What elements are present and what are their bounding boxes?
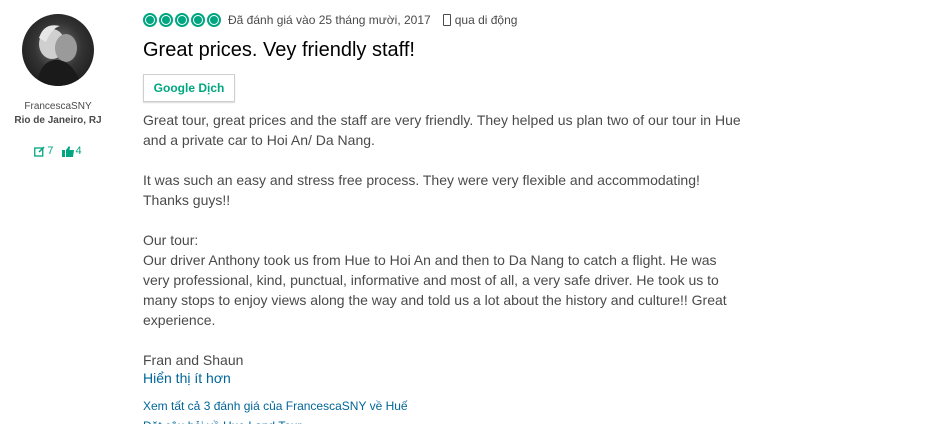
mobile-phone-icon [442, 14, 451, 26]
review-date: Đã đánh giá vào 25 tháng mười, 2017 [228, 13, 431, 27]
edit-review-icon [34, 145, 45, 157]
rating-bubble [143, 13, 157, 27]
rating-bubble [159, 13, 173, 27]
review-signature: Fran and Shaun [143, 352, 244, 368]
rating-bubble [207, 13, 221, 27]
review-title[interactable]: Great prices. Vey friendly staff! [143, 39, 415, 62]
rating-bubbles [143, 13, 221, 27]
reviews-count: 7 [47, 145, 54, 157]
review-paragraph: Our driver Anthony took us from Hue to H… [143, 252, 727, 328]
review-paragraph: It was such an easy and stress free proc… [143, 172, 700, 208]
reviewer-stats: 7 4 [0, 145, 116, 157]
helpful-votes: 4 [75, 145, 82, 157]
rating-bubble [175, 13, 189, 27]
see-all-reviews-link[interactable]: Xem tất cả 3 đánh giá của FrancescaSNY v… [143, 399, 408, 413]
avatar[interactable] [22, 14, 94, 86]
google-translate-button[interactable]: Google Dịch [143, 74, 235, 102]
thumbs-up-icon [61, 145, 74, 157]
review-via: qua di động [454, 13, 518, 27]
reviews-count-stat[interactable]: 7 [34, 145, 54, 157]
ask-question-link[interactable]: Đặt câu hỏi về Hue Land Tour [143, 419, 302, 424]
review-paragraph: Great tour, great prices and the staff a… [143, 112, 741, 148]
show-less-link[interactable]: Hiển thị ít hơn [143, 370, 231, 386]
rating-bubble [191, 13, 205, 27]
helpful-votes-stat[interactable]: 4 [61, 145, 82, 157]
reviewer-location: Rio de Janeiro, RJ [14, 115, 102, 126]
review-meta: Đã đánh giá vào 25 tháng mười, 2017 qua … [143, 13, 517, 27]
review-paragraph: Our tour: [143, 232, 199, 248]
review-text: Great tour, great prices and the staff a… [143, 110, 743, 370]
reviewer-username[interactable]: FrancescaSNY [0, 101, 116, 112]
